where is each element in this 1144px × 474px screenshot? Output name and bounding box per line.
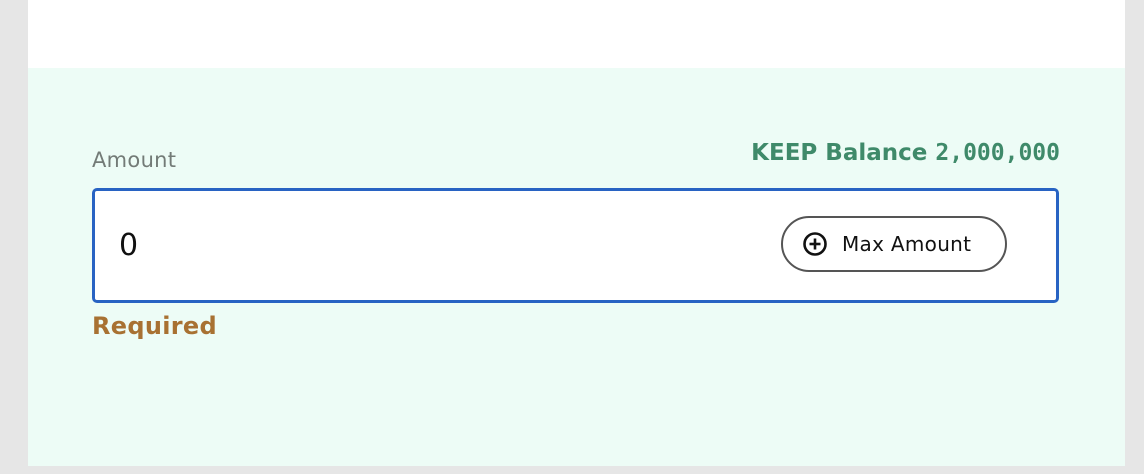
balance-display: KEEP Balance 2,000,000 xyxy=(751,140,1060,166)
amount-input[interactable] xyxy=(119,223,739,267)
plus-circle-icon xyxy=(802,231,828,257)
form-card: Amount KEEP Balance 2,000,000 Max Amount… xyxy=(28,0,1125,466)
balance-value: 2,000,000 xyxy=(935,140,1060,166)
amount-label: Amount xyxy=(92,148,177,172)
validation-error: Required xyxy=(92,312,217,340)
amount-panel: Amount KEEP Balance 2,000,000 Max Amount… xyxy=(28,68,1125,466)
max-amount-button[interactable]: Max Amount xyxy=(781,216,1007,272)
max-amount-label: Max Amount xyxy=(842,232,972,256)
amount-input-container[interactable]: Max Amount xyxy=(92,188,1059,303)
balance-label: KEEP Balance xyxy=(751,140,928,166)
